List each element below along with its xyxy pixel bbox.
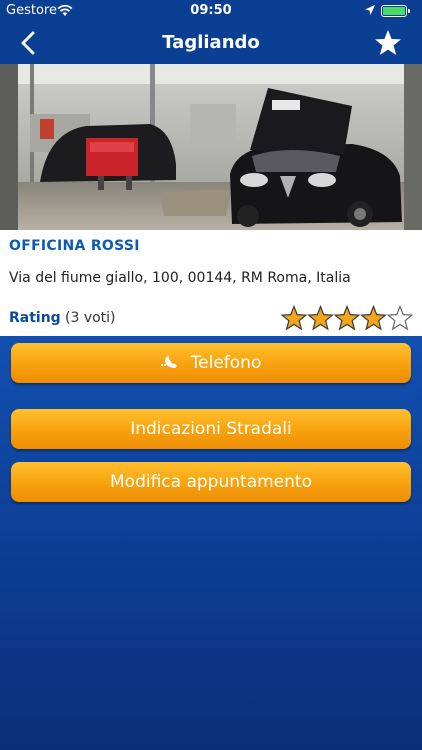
edit-appointment-button[interactable]: Modifica appuntamento	[11, 462, 411, 502]
status-bar: Gestore 09:50	[0, 0, 422, 22]
workshop-photo	[0, 64, 422, 230]
actions-panel	[0, 336, 422, 750]
star-empty-icon	[386, 305, 413, 331]
navigation-bar: Tagliando	[0, 22, 422, 64]
page-title: Tagliando	[162, 32, 260, 53]
favorite-star-icon[interactable]	[373, 28, 403, 58]
clock: 09:50	[190, 3, 232, 18]
battery-tip	[408, 9, 410, 13]
battery-icon	[381, 5, 407, 17]
phone-icon	[160, 355, 177, 368]
star-filled-icon	[360, 305, 387, 331]
call-button-label: Telefono	[190, 353, 262, 373]
shop-name: OFFICINA ROSSI	[9, 238, 140, 254]
location-arrow-icon	[365, 5, 375, 15]
directions-button-label: Indicazioni Stradali	[130, 419, 292, 439]
directions-button[interactable]: Indicazioni Stradali	[11, 409, 411, 449]
call-button[interactable]: Telefono	[11, 343, 411, 383]
shop-info-card: OFFICINA ROSSI Via del fiume giallo, 100…	[0, 230, 422, 336]
workshop-photo-illustration	[0, 64, 422, 230]
battery-fill	[383, 7, 405, 15]
rating-label: Rating	[9, 310, 61, 326]
star-filled-icon	[281, 305, 308, 331]
votes-count: (3 voti)	[65, 310, 116, 326]
star-filled-icon	[307, 305, 334, 331]
star-filled-icon	[333, 305, 361, 331]
rating-stars	[281, 305, 413, 331]
edit-appointment-button-label: Modifica appuntamento	[110, 472, 312, 492]
shop-address: Via del fiume giallo, 100, 00144, RM Rom…	[9, 270, 351, 286]
